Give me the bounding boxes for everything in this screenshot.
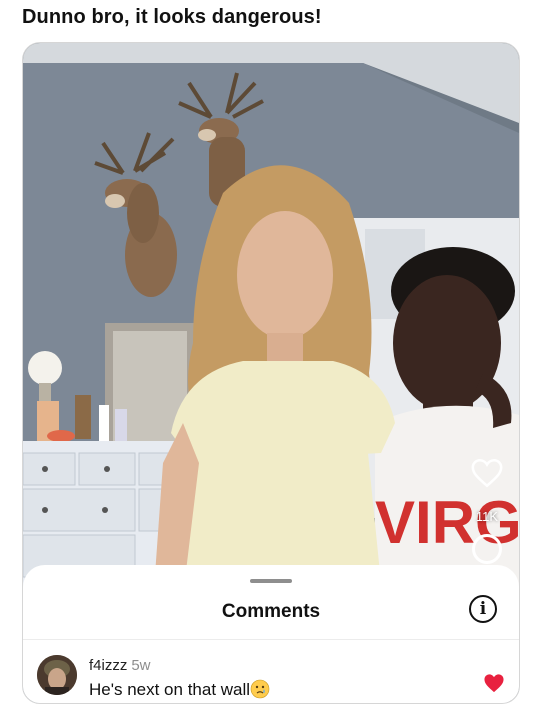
heart-filled-icon[interactable] [483, 673, 505, 693]
info-circle-icon[interactable]: i [469, 595, 497, 623]
comment-username[interactable]: f4izzz [89, 657, 127, 674]
drag-handle[interactable] [250, 579, 292, 583]
post-caption: Dunno bro, it looks dangerous! [22, 6, 322, 28]
comment-item[interactable]: f4izzz 5w He's next on that wall [37, 655, 505, 703]
comment-meta: f4izzz 5w [89, 657, 151, 674]
comments-title: Comments [221, 601, 321, 622]
heart-outline-icon[interactable] [470, 457, 504, 489]
comment-text: He's next on that wall [89, 680, 251, 699]
comment-time: 5w [131, 657, 151, 674]
video-card[interactable]: VIRG 11K Comments i f4izzz 5w He's next … [22, 42, 520, 704]
divider [23, 639, 519, 640]
like-count: 11K [475, 509, 499, 524]
crying-face-emoji-icon [250, 679, 270, 699]
avatar[interactable] [37, 655, 77, 695]
video-side-actions: 11K [469, 457, 505, 564]
comments-sheet: Comments i f4izzz 5w He's next on that wa… [23, 565, 519, 703]
comment-text-line: He's next on that wall [89, 679, 270, 700]
comment-bubble-icon[interactable] [472, 534, 502, 564]
